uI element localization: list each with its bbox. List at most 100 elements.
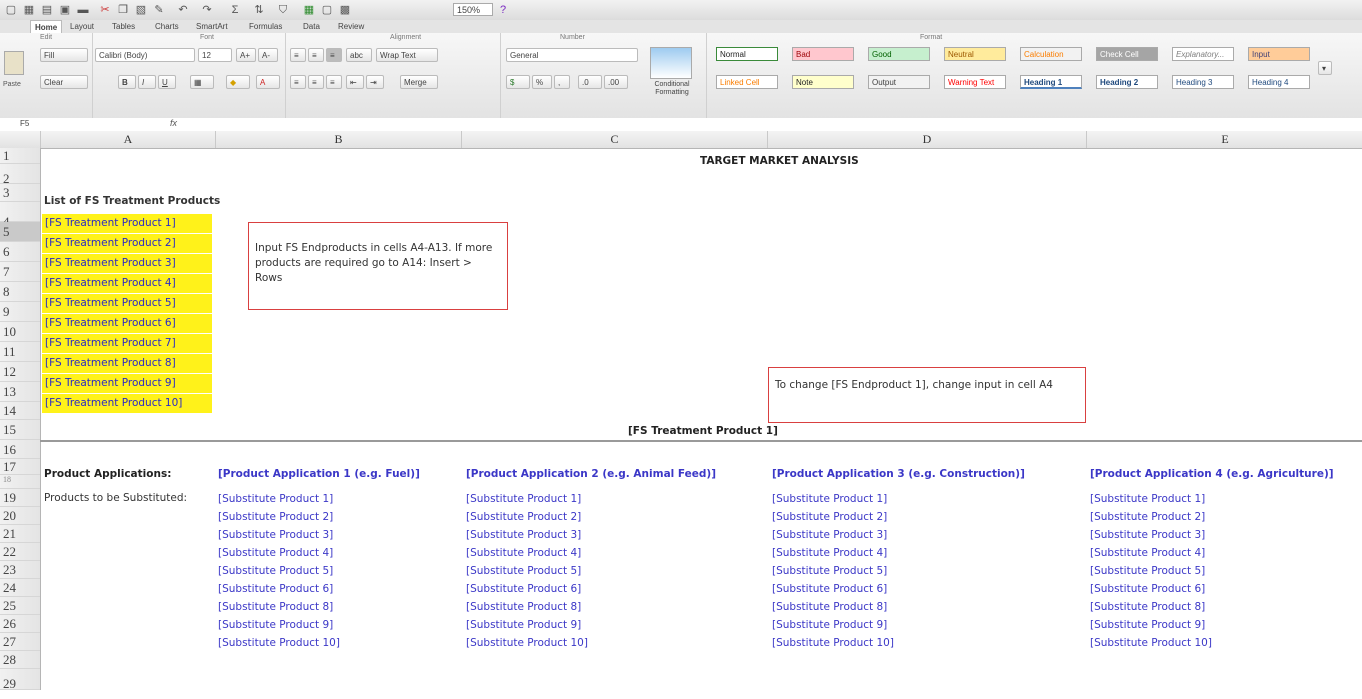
column-header-b[interactable]: B <box>215 131 461 148</box>
percent-button[interactable]: % <box>532 75 552 89</box>
style-gallery-expand-button[interactable]: ▾ <box>1318 61 1332 75</box>
products-substituted-label[interactable]: Products to be Substituted: <box>44 489 187 508</box>
row-header-24[interactable]: 24 <box>0 579 40 597</box>
style-neutral[interactable]: Neutral <box>944 47 1006 61</box>
currency-button[interactable]: $ <box>506 75 530 89</box>
style-input[interactable]: Input <box>1248 47 1310 61</box>
column-header-e[interactable]: E <box>1086 131 1362 148</box>
row-header-5[interactable]: 5 <box>0 222 40 242</box>
style-check-cell[interactable]: Check Cell <box>1096 47 1158 61</box>
row-header-26[interactable]: 26 <box>0 615 40 633</box>
row-header-12[interactable]: 12 <box>0 362 40 382</box>
media-browser-icon[interactable]: ▩ <box>338 3 352 17</box>
substitute-cell[interactable]: [Substitute Product 2] <box>218 508 333 527</box>
zoom-box[interactable]: 150% <box>453 3 493 16</box>
wrap-text-button[interactable]: Wrap Text <box>376 48 438 62</box>
fill-color-button[interactable]: ◆ <box>226 75 250 89</box>
substitute-cell[interactable]: [Substitute Product 6] <box>772 580 887 599</box>
template-icon[interactable]: ▦ <box>22 3 36 17</box>
decrease-decimal-button[interactable]: .00 <box>604 75 628 89</box>
substitute-cell[interactable]: [Substitute Product 2] <box>772 508 887 527</box>
italic-button[interactable]: I <box>138 75 156 89</box>
row-header-9[interactable]: 9 <box>0 302 40 322</box>
font-size-select[interactable]: 12 <box>198 48 232 62</box>
redo-icon[interactable]: ↷ <box>200 3 214 17</box>
substitute-cell[interactable]: [Substitute Product 6] <box>466 580 581 599</box>
style-heading-4[interactable]: Heading 4 <box>1248 75 1310 89</box>
row-header-28[interactable]: 28 <box>0 651 40 669</box>
application-header[interactable]: [Product Application 1 (e.g. Fuel)] <box>218 465 420 484</box>
align-left-button[interactable]: ≡ <box>290 75 306 89</box>
substitute-cell[interactable]: [Substitute Product 8] <box>772 598 887 617</box>
substitute-cell[interactable]: [Substitute Product 5] <box>772 562 887 581</box>
copy-icon[interactable]: ❐ <box>116 3 130 17</box>
substitute-cell[interactable]: [Substitute Product 4] <box>772 544 887 563</box>
row-header-19[interactable]: 19 <box>0 489 40 507</box>
style-explanatory[interactable]: Explanatory... <box>1172 47 1234 61</box>
fill-button[interactable]: Fill <box>40 48 88 62</box>
column-header-c[interactable]: C <box>461 131 767 148</box>
product-cell[interactable]: [FS Treatment Product 5] <box>42 294 212 313</box>
row-header-15[interactable]: 15 <box>0 420 40 440</box>
product-cell[interactable]: [FS Treatment Product 9] <box>42 374 212 393</box>
substitute-cell[interactable]: [Substitute Product 1] <box>218 490 333 509</box>
tab-formulas[interactable]: Formulas <box>249 20 282 33</box>
underline-button[interactable]: U <box>158 75 176 89</box>
product-applications-label[interactable]: Product Applications: <box>44 465 171 484</box>
font-name-select[interactable]: Calibri (Body) <box>95 48 195 62</box>
align-bottom-button[interactable]: ≡ <box>326 48 342 62</box>
row-header-14[interactable]: 14 <box>0 402 40 420</box>
tab-smartart[interactable]: SmartArt <box>196 20 228 33</box>
tab-review[interactable]: Review <box>338 20 364 33</box>
new-icon[interactable]: ▢ <box>4 3 18 17</box>
formula-input[interactable] <box>190 119 1350 129</box>
product-cell[interactable]: [FS Treatment Product 10] <box>42 394 212 413</box>
help-icon[interactable]: ? <box>496 3 510 17</box>
style-heading-2[interactable]: Heading 2 <box>1096 75 1158 89</box>
column-header-a[interactable]: A <box>40 131 215 148</box>
product-cell[interactable]: [FS Treatment Product 6] <box>42 314 212 333</box>
row-header-13[interactable]: 13 <box>0 382 40 402</box>
cut-icon[interactable]: ✂ <box>98 3 112 17</box>
row-header-10[interactable]: 10 <box>0 322 40 342</box>
style-good[interactable]: Good <box>868 47 930 61</box>
row-header-27[interactable]: 27 <box>0 633 40 651</box>
substitute-cell[interactable]: [Substitute Product 2] <box>466 508 581 527</box>
row-header-11[interactable]: 11 <box>0 342 40 362</box>
format-painter-icon[interactable]: ✎ <box>152 3 166 17</box>
merge-button[interactable]: Merge <box>400 75 438 89</box>
substitute-cell[interactable]: [Substitute Product 9] <box>772 616 887 635</box>
print-icon[interactable]: ▬ <box>76 3 90 17</box>
substitute-cell[interactable]: [Substitute Product 1] <box>1090 490 1205 509</box>
style-normal[interactable]: Normal <box>716 47 778 61</box>
tab-data[interactable]: Data <box>303 20 320 33</box>
row-header-6[interactable]: 6 <box>0 242 40 262</box>
substitute-cell[interactable]: [Substitute Product 9] <box>218 616 333 635</box>
section-title[interactable]: [FS Treatment Product 1] <box>628 422 778 441</box>
substitute-cell[interactable]: [Substitute Product 6] <box>1090 580 1205 599</box>
style-note[interactable]: Note <box>792 75 854 89</box>
product-cell[interactable]: [FS Treatment Product 2] <box>42 234 212 253</box>
substitute-cell[interactable]: [Substitute Product 2] <box>1090 508 1205 527</box>
substitute-cell[interactable]: [Substitute Product 1] <box>772 490 887 509</box>
toolbox-icon[interactable]: ▢ <box>320 3 334 17</box>
substitute-cell[interactable]: [Substitute Product 10] <box>466 634 588 653</box>
list-header[interactable]: List of FS Treatment Products <box>44 192 220 211</box>
application-header[interactable]: [Product Application 3 (e.g. Constructio… <box>772 465 1025 484</box>
borders-button[interactable]: ▦ <box>190 75 214 89</box>
filter-icon[interactable]: ⛉ <box>276 3 290 17</box>
style-heading-1[interactable]: Heading 1 <box>1020 75 1082 89</box>
row-header-25[interactable]: 25 <box>0 597 40 615</box>
autosum-icon[interactable]: Σ <box>228 3 242 17</box>
row-header-21[interactable]: 21 <box>0 525 40 543</box>
decrease-indent-button[interactable]: ⇤ <box>346 75 364 89</box>
row-header-23[interactable]: 23 <box>0 561 40 579</box>
font-color-button[interactable]: A <box>256 75 280 89</box>
substitute-cell[interactable]: [Substitute Product 3] <box>1090 526 1205 545</box>
instruction-note-box[interactable]: Input FS Endproducts in cells A4-A13. If… <box>248 222 508 310</box>
substitute-cell[interactable]: [Substitute Product 8] <box>218 598 333 617</box>
grow-font-button[interactable]: A+ <box>236 48 256 62</box>
style-warning-text[interactable]: Warning Text <box>944 75 1006 89</box>
row-header-17[interactable]: 17 <box>0 459 40 475</box>
row-header-8[interactable]: 8 <box>0 282 40 302</box>
